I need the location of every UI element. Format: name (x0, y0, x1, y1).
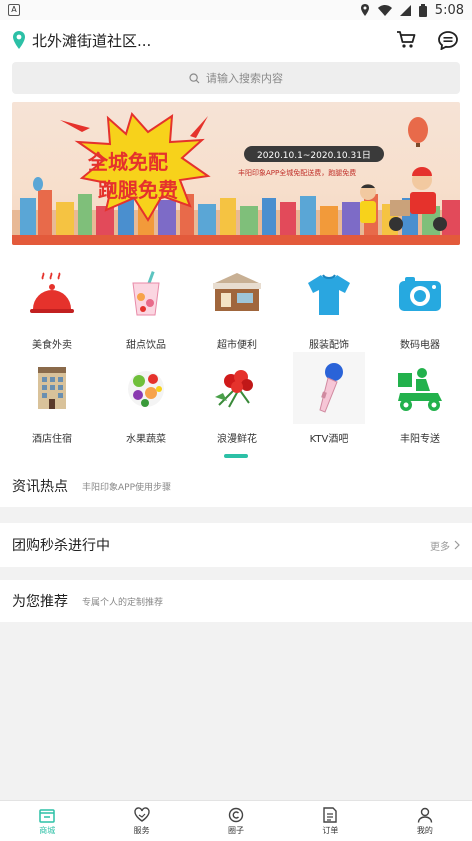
signal-icon (399, 4, 411, 16)
tab-orders[interactable]: 订单 (283, 801, 377, 841)
tab-circle[interactable]: 圈子 (189, 801, 283, 841)
category-supermarket[interactable]: 超市便利 (190, 264, 284, 351)
search-input[interactable]: 请输入搜索内容 (12, 62, 460, 94)
category-label: 数码电器 (400, 340, 440, 351)
category-hotel[interactable]: 酒店住宿 (5, 358, 99, 445)
recommend-title: 为您推荐 (12, 594, 68, 610)
fruit-icon (128, 371, 164, 407)
category-fruit[interactable]: 水果蔬菜 (99, 358, 193, 445)
promo-banner[interactable]: 全城免配 跑腿免费 2020.10.1~2020.10.31日 丰阳印象APP全… (12, 102, 460, 245)
banner-headline-1: 全城免配 (88, 150, 168, 174)
category-label: 丰阳专送 (400, 434, 440, 445)
order-icon (323, 806, 338, 823)
location-pin-icon (13, 31, 25, 49)
cloche-icon (30, 272, 74, 313)
groupbuy-title: 团购秒杀进行中 (12, 538, 110, 554)
store-icon (213, 273, 261, 311)
category-flowers[interactable]: 浪漫鲜花 (190, 358, 284, 445)
banner-section: 全城免配 跑腿免费 2020.10.1~2020.10.31日 丰阳印象APP全… (0, 100, 472, 250)
bottom-tab-bar: 商城 服务 圈子 订单 我的 (0, 800, 472, 841)
more-label: 更多 (430, 541, 450, 553)
tab-label: 订单 (322, 825, 339, 835)
page-indicator (224, 454, 248, 458)
camera-icon (399, 277, 441, 311)
app-notification-icon: A (8, 4, 20, 16)
tab-profile[interactable]: 我的 (378, 801, 472, 841)
chevron-right-icon (454, 540, 460, 550)
category-label: 酒店住宿 (32, 434, 72, 445)
search-section: 请输入搜索内容 (0, 60, 472, 100)
tab-label: 圈子 (228, 825, 245, 835)
chat-icon (438, 30, 458, 50)
hotel-icon (38, 367, 66, 409)
news-subtitle: 丰阳印象APP使用步骤 (82, 482, 172, 493)
circle-icon (228, 807, 244, 822)
status-time: 5:08 (434, 2, 464, 18)
microphone-icon (319, 363, 343, 413)
news-title: 资讯热点 (12, 479, 68, 495)
tab-service[interactable]: 服务 (94, 801, 188, 841)
wifi-icon (377, 4, 392, 16)
location-title: 北外滩街道社区... (32, 31, 152, 50)
tshirt-icon (308, 274, 350, 315)
tab-label: 商城 (39, 825, 56, 835)
banner-subtext: 丰阳印象APP全城免配送费，跑腿免费 (238, 169, 357, 177)
category-grid: 美食外卖 甜点饮品 超市便利 服装配饰 数码电器 酒店住宿 水果蔬菜 浪漫鲜花 … (0, 250, 472, 465)
category-delivery[interactable]: 丰阳专送 (373, 358, 467, 445)
category-label: 甜点饮品 (126, 340, 166, 351)
category-label: 美食外卖 (32, 340, 72, 351)
user-icon (417, 807, 433, 823)
search-placeholder: 请输入搜索内容 (206, 72, 283, 85)
banner-headline-2: 跑腿免费 (98, 178, 178, 202)
more-link[interactable]: 更多 (430, 538, 460, 553)
category-label: 服装配饰 (309, 340, 349, 351)
banner-illustration (12, 111, 460, 245)
cart-button[interactable] (394, 28, 418, 52)
heart-hand-icon (133, 806, 150, 822)
store-tab-icon (39, 808, 55, 823)
category-desserts[interactable]: 甜点饮品 (99, 264, 193, 351)
category-label: 超市便利 (217, 340, 257, 351)
groupbuy-section: 团购秒杀进行中 更多 (0, 523, 472, 567)
category-label: KTV酒吧 (309, 434, 349, 445)
category-clothing[interactable]: 服装配饰 (282, 264, 376, 351)
banner-date-range: 2020.10.1~2020.10.31日 (257, 151, 371, 161)
battery-icon (418, 3, 427, 17)
category-electronics[interactable]: 数码电器 (373, 264, 467, 351)
search-icon (189, 72, 200, 83)
tab-label: 我的 (416, 825, 433, 835)
status-bar: A 5:08 (0, 0, 472, 20)
cart-icon (397, 31, 416, 48)
location-selector[interactable]: 北外滩街道社区... (12, 30, 151, 51)
tab-mall[interactable]: 商城 (0, 801, 94, 841)
news-section[interactable]: 资讯热点 丰阳印象APP使用步骤 (0, 465, 472, 507)
delivery-icon (398, 368, 442, 411)
location-status-icon (360, 4, 369, 16)
category-ktv[interactable]: KTV酒吧 (282, 352, 376, 445)
category-label: 浪漫鲜花 (217, 434, 257, 445)
recommend-subtitle: 专属个人的定制推荐 (82, 597, 164, 608)
top-header: 北外滩街道社区... (0, 20, 472, 60)
flower-icon (215, 370, 253, 408)
category-label: 水果蔬菜 (126, 434, 166, 445)
tab-label: 服务 (133, 825, 150, 835)
recommend-section: 为您推荐 专属个人的定制推荐 (0, 580, 472, 622)
message-button[interactable] (436, 28, 460, 52)
drink-icon (132, 271, 160, 316)
category-food[interactable]: 美食外卖 (5, 264, 99, 351)
